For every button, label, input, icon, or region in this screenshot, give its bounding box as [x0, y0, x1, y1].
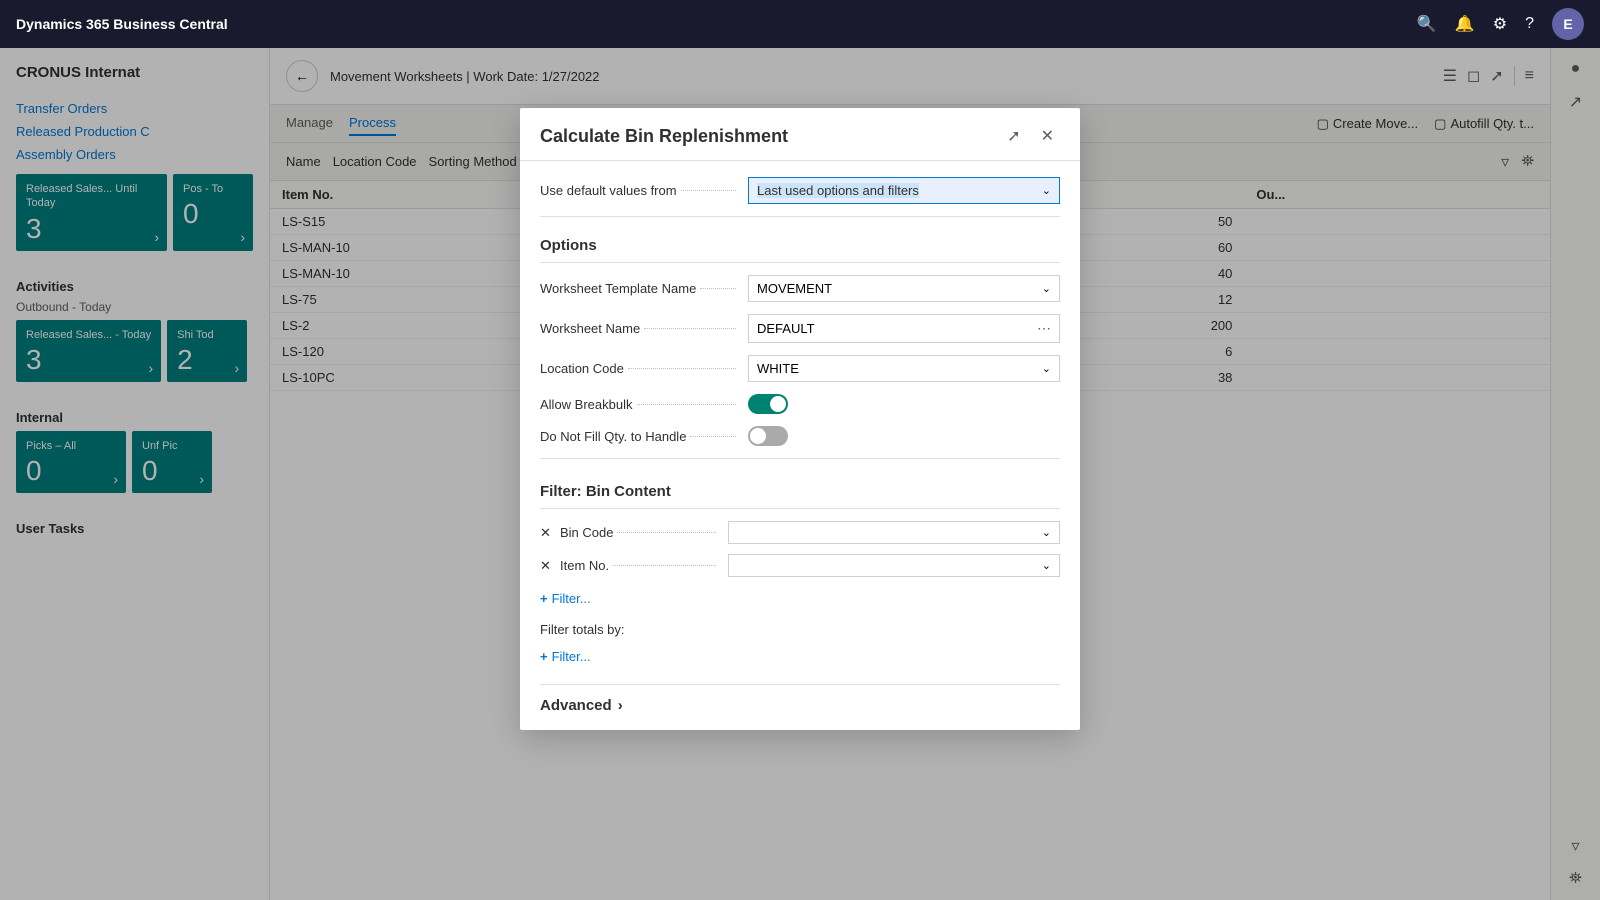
- add-filter-plus: +: [540, 591, 548, 606]
- use-default-row: Use default values from Last used option…: [540, 177, 1060, 204]
- location-code-label: Location Code: [540, 361, 624, 376]
- use-default-value: Last used options and filters: [757, 183, 919, 198]
- allow-breakbulk-label-container: Allow Breakbulk: [540, 397, 740, 412]
- use-default-label-container: Use default values from: [540, 183, 740, 198]
- filter-totals-title: Filter totals by:: [540, 622, 1060, 637]
- modal-header: Calculate Bin Replenishment ➚ ✕: [520, 108, 1080, 161]
- filter-bin-code-chevron: ⌄: [1042, 526, 1051, 539]
- filter-item-no-label-container: Item No.: [560, 558, 720, 573]
- worksheet-template-label: Worksheet Template Name: [540, 281, 696, 296]
- modal-body: Use default values from Last used option…: [520, 161, 1080, 730]
- help-icon[interactable]: ?: [1525, 15, 1534, 33]
- worksheet-template-select[interactable]: MOVEMENT ⌄: [748, 275, 1060, 302]
- modal-expand-button[interactable]: ➚: [1001, 124, 1026, 148]
- allow-breakbulk-toggle[interactable]: [748, 394, 788, 414]
- dotted-line-4: [628, 368, 736, 369]
- avatar[interactable]: E: [1552, 8, 1584, 40]
- modal-calculate-bin-replenishment: Calculate Bin Replenishment ➚ ✕ Use defa…: [520, 108, 1080, 730]
- location-code-chevron: ⌄: [1042, 362, 1051, 375]
- filter-item-no-row: ✕ Item No. ⌄: [540, 554, 1060, 577]
- allow-breakbulk-knob: [770, 396, 786, 412]
- filter-totals-section: Filter totals by: + Filter...: [540, 622, 1060, 668]
- add-filter-label: Filter...: [552, 591, 591, 606]
- settings-icon[interactable]: ⚙: [1493, 14, 1507, 34]
- worksheet-template-chevron: ⌄: [1042, 282, 1051, 295]
- do-not-fill-knob: [750, 428, 766, 444]
- filter-bin-code-input[interactable]: ⌄: [728, 521, 1060, 544]
- use-default-select[interactable]: Last used options and filters ⌄: [748, 177, 1060, 204]
- worksheet-name-value: DEFAULT: [757, 321, 815, 336]
- worksheet-name-row: Worksheet Name DEFAULT ⋯: [540, 314, 1060, 343]
- options-section-header: Options: [540, 229, 1060, 263]
- nav-icons: 🔍 🔔 ⚙ ? E: [1417, 8, 1584, 40]
- dotted-line-6: [690, 436, 736, 437]
- do-not-fill-toggle[interactable]: [748, 426, 788, 446]
- filter-item-no-label: Item No.: [560, 558, 609, 573]
- search-icon[interactable]: 🔍: [1417, 14, 1437, 34]
- worksheet-template-name-row: Worksheet Template Name MOVEMENT ⌄: [540, 275, 1060, 302]
- top-navigation: Dynamics 365 Business Central 🔍 🔔 ⚙ ? E: [0, 0, 1600, 48]
- worksheet-name-label: Worksheet Name: [540, 321, 640, 336]
- dotted-line-1: [681, 190, 736, 191]
- add-filter-button[interactable]: + Filter...: [540, 587, 1060, 610]
- filter-bin-code-label-container: Bin Code: [560, 525, 720, 540]
- worksheet-name-dots[interactable]: ⋯: [1037, 320, 1051, 337]
- add-filter-totals-label: Filter...: [552, 649, 591, 664]
- advanced-section: Advanced ›: [540, 684, 1060, 714]
- use-default-label: Use default values from: [540, 183, 677, 198]
- worksheet-name-field[interactable]: DEFAULT ⋯: [748, 314, 1060, 343]
- advanced-chevron-right: ›: [618, 697, 623, 714]
- add-filter-totals-plus: +: [540, 649, 548, 664]
- advanced-title[interactable]: Advanced ›: [540, 697, 1060, 714]
- filter-bin-code-x[interactable]: ✕: [540, 525, 552, 541]
- filter-bin-content-title: Filter: Bin Content: [540, 471, 1060, 509]
- location-code-row: Location Code WHITE ⌄: [540, 355, 1060, 382]
- location-code-value: WHITE: [757, 361, 799, 376]
- location-code-label-container: Location Code: [540, 361, 740, 376]
- allow-breakbulk-toggle-container: [748, 394, 788, 414]
- do-not-fill-toggle-container: [748, 426, 788, 446]
- do-not-fill-label: Do Not Fill Qty. to Handle: [540, 429, 686, 444]
- filter-bin-code-label: Bin Code: [560, 525, 613, 540]
- notification-icon[interactable]: 🔔: [1455, 14, 1475, 34]
- main-layout: CRONUS Internat Transfer Orders Released…: [0, 48, 1600, 900]
- dotted-line-3: [644, 328, 736, 329]
- worksheet-name-label-container: Worksheet Name: [540, 321, 740, 336]
- modal-header-actions: ➚ ✕: [1001, 124, 1060, 148]
- filter-item-no-chevron: ⌄: [1042, 559, 1051, 572]
- dotted-line-8: [613, 565, 716, 566]
- worksheet-template-value: MOVEMENT: [757, 281, 832, 296]
- filter-bin-code-row: ✕ Bin Code ⌄: [540, 521, 1060, 544]
- location-code-select[interactable]: WHITE ⌄: [748, 355, 1060, 382]
- modal-divider-1: [540, 216, 1060, 217]
- allow-breakbulk-row: Allow Breakbulk: [540, 394, 1060, 414]
- allow-breakbulk-label: Allow Breakbulk: [540, 397, 633, 412]
- use-default-chevron: ⌄: [1042, 184, 1051, 197]
- dotted-line-7: [617, 532, 716, 533]
- worksheet-template-label-container: Worksheet Template Name: [540, 281, 740, 296]
- advanced-label: Advanced: [540, 697, 612, 714]
- do-not-fill-label-container: Do Not Fill Qty. to Handle: [540, 429, 740, 444]
- modal-overlay: Calculate Bin Replenishment ➚ ✕ Use defa…: [0, 48, 1600, 900]
- app-title: Dynamics 365 Business Central: [16, 16, 1401, 32]
- dotted-line-5: [637, 404, 737, 405]
- do-not-fill-qty-row: Do Not Fill Qty. to Handle: [540, 426, 1060, 446]
- modal-close-button[interactable]: ✕: [1035, 124, 1060, 148]
- filter-item-no-x[interactable]: ✕: [540, 558, 552, 574]
- dotted-line-2: [700, 288, 736, 289]
- filter-item-no-input[interactable]: ⌄: [728, 554, 1060, 577]
- modal-divider-2: [540, 458, 1060, 459]
- modal-title: Calculate Bin Replenishment: [540, 126, 1001, 147]
- add-filter-totals-button[interactable]: + Filter...: [540, 645, 1060, 668]
